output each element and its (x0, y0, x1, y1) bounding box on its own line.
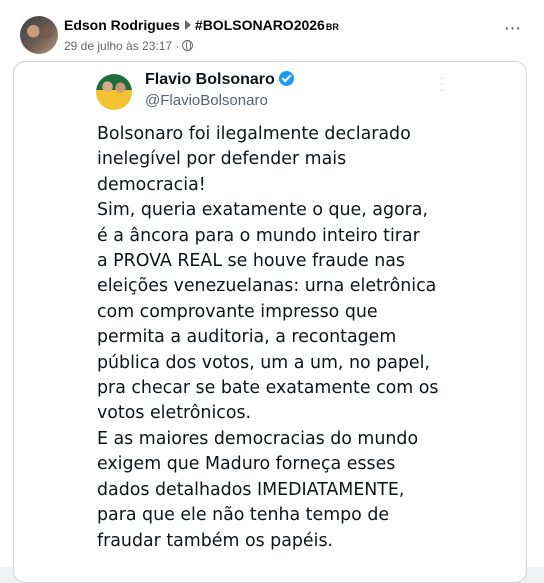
tweet-line: fraudar também os papéis. (97, 530, 334, 551)
tweet-line: E as maiores democracias do mundo (97, 428, 419, 449)
tweet-line: dados detalhados IMEDIATAMENTE, (97, 479, 405, 500)
tweet-more-icon: · · · (440, 73, 444, 96)
tweet-line: democracia! (97, 174, 206, 195)
globe-icon (182, 40, 194, 51)
tweet-line: eleições venezuelanas: urna eletrônica (97, 276, 437, 297)
tweet-line: com comprovante impresso que (97, 301, 378, 322)
tweet-line: para que ele não tenha tempo de (97, 505, 390, 526)
tweet-author-name: Flavio Bolsonaro (145, 71, 275, 88)
arrow-right-icon (184, 20, 191, 30)
tweet-line: votos eletrônicos. (97, 403, 252, 424)
post-meta: 29 de julho às 23:17 · (64, 39, 194, 53)
tweet-line: Bolsonaro foi ilegalmente declarado (97, 124, 411, 144)
group-flag-label: BR (325, 22, 339, 32)
tweet-line: permita a auditoria, a recontagem (97, 327, 397, 348)
tweet-screenshot[interactable]: Flavio Bolsonaro @FlavioBolsonaro · · · Bo… (13, 61, 527, 583)
tweet-line: inelegível por defender mais (97, 149, 347, 170)
tweet-line: pra checar se bate exatamente com os (97, 378, 439, 399)
tweet-line: a PROVA REAL se houve fraude nas (97, 251, 405, 272)
tweet-line: Sim, queria exatamente o que, agora, (97, 200, 428, 221)
author-avatar[interactable] (20, 16, 58, 54)
tweet-author: Flavio Bolsonaro (145, 71, 294, 89)
post-timestamp[interactable]: 29 de julho às 23:17 (64, 39, 172, 53)
author-name[interactable]: Edson Rodrigues (64, 17, 180, 33)
verified-badge-icon (278, 71, 294, 86)
group-name[interactable]: #BOLSONARO2026 (195, 17, 325, 33)
author-line: Edson Rodrigues #BOLSONARO2026BR (64, 17, 339, 33)
more-options-button[interactable]: ··· (500, 18, 524, 42)
tweet-line: é a âncora para o mundo inteiro tirar (97, 225, 420, 246)
facebook-post: Edson Rodrigues #BOLSONARO2026BR 29 de ju… (0, 0, 544, 583)
meta-separator: · (175, 39, 180, 53)
post-header: Edson Rodrigues #BOLSONARO2026BR 29 de ju… (18, 14, 528, 58)
tweet-avatar (96, 74, 132, 110)
tweet-handle: @FlavioBolsonaro (145, 92, 268, 109)
tweet-line: exigem que Maduro forneça esses (97, 454, 396, 475)
tweet-line: pública dos votos, um a um, no papel, (97, 352, 430, 373)
tweet-text: Bolsonaro foi ilegalmente declarado inel… (97, 122, 497, 554)
